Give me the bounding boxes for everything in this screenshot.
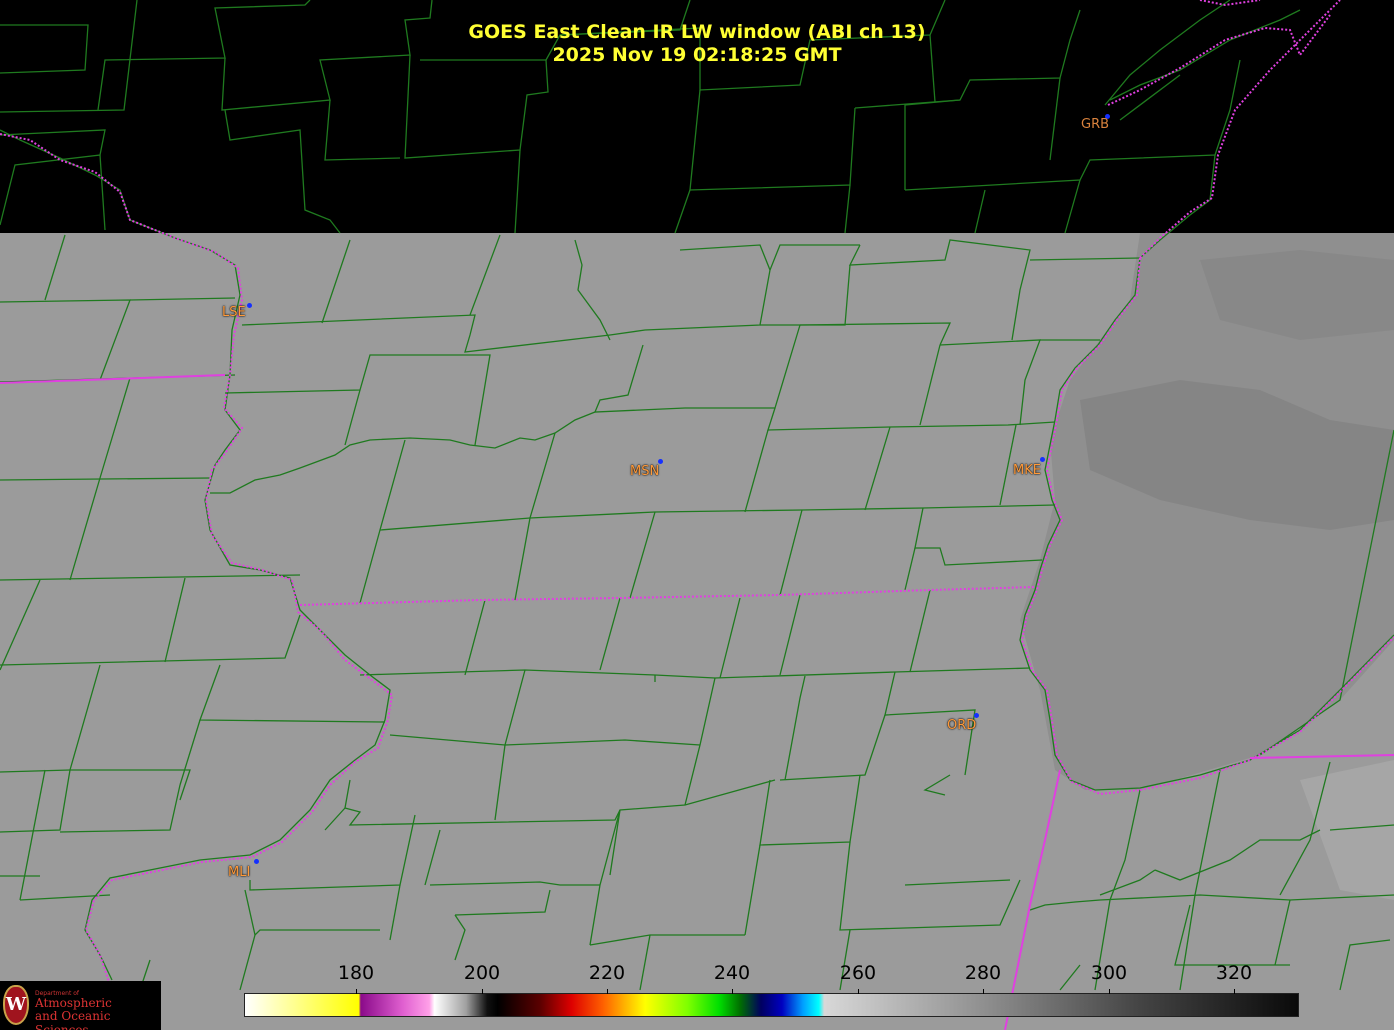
- station-dot-icon: [247, 303, 252, 308]
- image-timestamp: 2025 Nov 19 02:18:25 GMT: [552, 44, 842, 66]
- colorbar-gradient: [245, 994, 1298, 1016]
- colorbar-tick-mark: [607, 989, 608, 994]
- aos-logo: W Department of Atmospheric and Oceanic …: [0, 981, 161, 1030]
- colorbar-tick-label: 180: [337, 962, 375, 984]
- colorbar-tick-label: 300: [1090, 962, 1128, 984]
- colorbar-tick-label: 280: [964, 962, 1002, 984]
- colorbar-tick-label: 200: [463, 962, 501, 984]
- uw-seal-icon: W: [3, 985, 29, 1025]
- logo-line2: and Oceanic Sciences: [35, 1009, 111, 1030]
- satellite-image-viewer: GOES East Clean IR LW window (ABI ch 13)…: [0, 0, 1394, 1030]
- colorbar-tick-mark: [482, 989, 483, 994]
- temperature-colorbar: [244, 993, 1299, 1017]
- station-dot-icon: [1040, 457, 1045, 462]
- station-label: MSN: [630, 464, 660, 479]
- station-label: MKE: [1013, 463, 1041, 478]
- station-label: LSE: [222, 305, 246, 320]
- colorbar-tick-mark: [1109, 989, 1110, 994]
- station-dot-icon: [254, 859, 259, 864]
- colorbar-tick-mark: [356, 989, 357, 994]
- colorbar-tick-label: 320: [1215, 962, 1253, 984]
- colorbar-tick-mark: [983, 989, 984, 994]
- station-label: ORD: [947, 718, 977, 733]
- station-label: MLI: [228, 865, 251, 880]
- ir-satellite-map: [0, 0, 1394, 1030]
- colorbar-tick-mark: [858, 989, 859, 994]
- colorbar-tick-mark: [732, 989, 733, 994]
- colorbar-tick-mark: [1234, 989, 1235, 994]
- colorbar-tick-label: 260: [839, 962, 877, 984]
- logo-line1: Atmospheric: [35, 996, 112, 1010]
- colorbar-tick-label: 220: [588, 962, 626, 984]
- image-title: GOES East Clean IR LW window (ABI ch 13): [468, 21, 926, 43]
- colorbar-tick-label: 240: [713, 962, 751, 984]
- station-label: GRB: [1081, 117, 1110, 132]
